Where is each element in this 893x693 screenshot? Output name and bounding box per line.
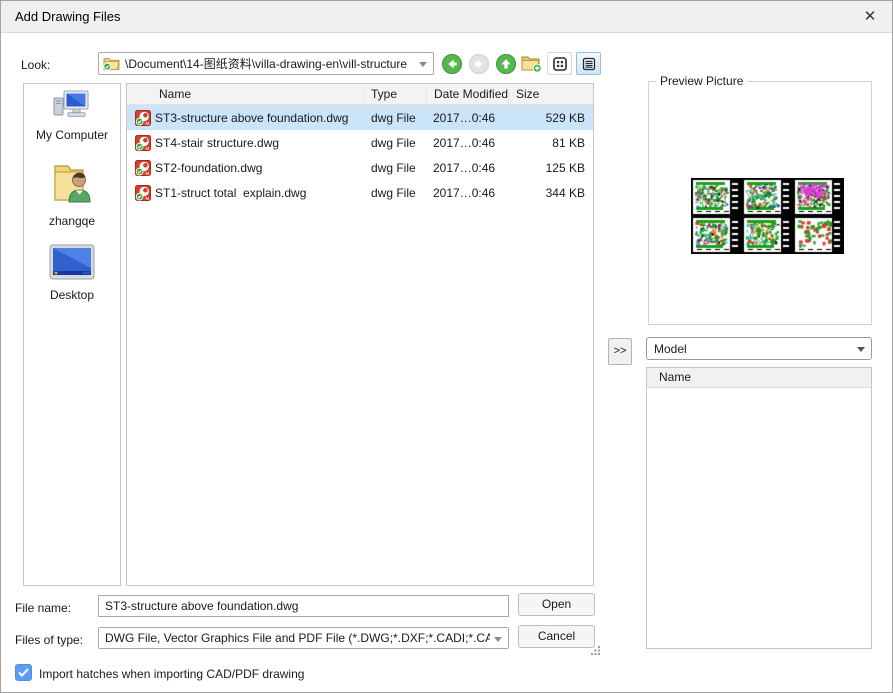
sidebar-item-label: zhangqe bbox=[24, 214, 120, 228]
forward-button[interactable] bbox=[468, 53, 490, 75]
file-list-body: M ST3-structure above foundation.dwg dwg… bbox=[127, 105, 593, 205]
file-date-text: 2017…0:46 bbox=[427, 161, 509, 175]
sidebar-item-zhangqe[interactable]: zhangqe bbox=[24, 160, 120, 228]
selected-list-header-name[interactable]: Name bbox=[647, 368, 871, 388]
preview-thumbnail bbox=[742, 178, 793, 216]
dwg-file-icon: M bbox=[135, 160, 151, 176]
chevron-down-icon bbox=[857, 347, 865, 352]
file-name-text: ST1-struct total explain.dwg bbox=[155, 186, 306, 200]
file-name-input[interactable]: ST3-structure above foundation.dwg bbox=[98, 595, 509, 617]
places-sidebar: My Computer zhangqe Desktop bbox=[23, 83, 121, 586]
chevron-down-icon bbox=[419, 62, 427, 67]
resize-grip[interactable] bbox=[590, 645, 601, 659]
close-icon[interactable]: ✕ bbox=[860, 7, 880, 27]
file-type-text: dwg File bbox=[365, 136, 427, 150]
cancel-button[interactable]: Cancel bbox=[518, 625, 595, 648]
preview-picture-group: Preview Picture bbox=[648, 81, 872, 325]
file-size-text: 344 KB bbox=[509, 186, 593, 200]
back-button[interactable] bbox=[441, 53, 463, 75]
table-row[interactable]: M ST4-stair structure.dwg dwg File 2017…… bbox=[127, 130, 593, 155]
column-header-size[interactable]: Size bbox=[509, 84, 593, 104]
files-of-type-label: Files of type: bbox=[15, 633, 83, 647]
files-of-type-value: DWG File, Vector Graphics File and PDF F… bbox=[105, 631, 490, 645]
import-hatches-label: Import hatches when importing CAD/PDF dr… bbox=[39, 667, 304, 681]
new-folder-button[interactable] bbox=[521, 54, 543, 76]
look-path-combobox[interactable]: \Document\14-图纸资料\villa-drawing-en\vill-… bbox=[98, 52, 434, 75]
file-list-header: Name Type Date Modified Size bbox=[127, 84, 593, 105]
look-label: Look: bbox=[21, 58, 50, 72]
model-combo-value: Model bbox=[654, 342, 687, 356]
sidebar-item-label: Desktop bbox=[24, 288, 120, 302]
title-bar: Add Drawing Files ✕ bbox=[1, 1, 892, 33]
up-button[interactable] bbox=[495, 53, 517, 75]
table-row[interactable]: M ST3-structure above foundation.dwg dwg… bbox=[127, 105, 593, 130]
preview-thumbnail bbox=[691, 216, 742, 254]
detail-view-icon bbox=[582, 57, 596, 71]
preview-thumbnail bbox=[691, 178, 742, 216]
look-path-text: \Document\14-图纸资料\villa-drawing-en\vill-… bbox=[125, 55, 407, 72]
file-name-text: ST4-stair structure.dwg bbox=[155, 136, 279, 150]
column-header-type[interactable]: Type bbox=[365, 84, 427, 104]
chevron-down-icon bbox=[494, 637, 502, 642]
file-type-text: dwg File bbox=[365, 161, 427, 175]
svg-text:M: M bbox=[145, 195, 149, 200]
file-size-text: 125 KB bbox=[509, 161, 593, 175]
files-of-type-combobox[interactable]: DWG File, Vector Graphics File and PDF F… bbox=[98, 627, 509, 649]
file-type-text: dwg File bbox=[365, 111, 427, 125]
column-header-date-modified[interactable]: Date Modified bbox=[427, 84, 509, 104]
detail-view-button[interactable] bbox=[576, 52, 601, 75]
column-header-name[interactable]: Name bbox=[127, 84, 365, 104]
model-space-combobox[interactable]: Model bbox=[646, 337, 872, 360]
dialog-title: Add Drawing Files bbox=[15, 9, 121, 24]
current-folder-icon bbox=[103, 56, 120, 71]
file-size-text: 81 KB bbox=[509, 136, 593, 150]
file-name-text: ST2-foundation.dwg bbox=[155, 161, 262, 175]
preview-thumbnails bbox=[691, 178, 844, 254]
selected-drawings-list: Name bbox=[646, 367, 872, 649]
sidebar-item-my-computer[interactable]: My Computer bbox=[24, 88, 120, 142]
sidebar-item-label: My Computer bbox=[24, 128, 120, 142]
file-name-text: ST3-structure above foundation.dwg bbox=[155, 111, 348, 125]
file-size-text: 529 KB bbox=[509, 111, 593, 125]
file-date-text: 2017…0:46 bbox=[427, 186, 509, 200]
preview-thumbnail bbox=[793, 178, 844, 216]
file-date-text: 2017…0:46 bbox=[427, 136, 509, 150]
file-date-text: 2017…0:46 bbox=[427, 111, 509, 125]
preview-thumbnail bbox=[742, 216, 793, 254]
file-type-text: dwg File bbox=[365, 186, 427, 200]
icon-view-icon bbox=[553, 57, 567, 71]
table-row[interactable]: M ST1-struct total explain.dwg dwg File … bbox=[127, 180, 593, 205]
add-drawing-files-dialog: Add Drawing Files ✕ Look: \Document\14-图… bbox=[0, 0, 893, 693]
svg-text:M: M bbox=[145, 145, 149, 150]
my-computer-icon bbox=[52, 88, 92, 122]
preview-thumbnail bbox=[793, 216, 844, 254]
sidebar-item-desktop[interactable]: Desktop bbox=[24, 244, 120, 302]
user-folder-icon bbox=[49, 160, 95, 208]
file-list: Name Type Date Modified Size M ST3-struc… bbox=[126, 83, 594, 586]
dwg-file-icon: M bbox=[135, 185, 151, 201]
check-icon bbox=[18, 668, 29, 677]
dwg-file-icon: M bbox=[135, 110, 151, 126]
table-row[interactable]: M ST2-foundation.dwg dwg File 2017…0:46 … bbox=[127, 155, 593, 180]
preview-picture-label: Preview Picture bbox=[656, 74, 747, 88]
svg-text:M: M bbox=[145, 120, 149, 125]
dwg-file-icon: M bbox=[135, 135, 151, 151]
add-to-list-button[interactable]: >> bbox=[608, 338, 632, 365]
desktop-icon bbox=[49, 244, 95, 282]
file-name-label: File name: bbox=[15, 601, 71, 615]
import-hatches-checkbox[interactable] bbox=[15, 664, 32, 681]
svg-text:M: M bbox=[145, 170, 149, 175]
icon-view-button[interactable] bbox=[547, 52, 572, 75]
open-button[interactable]: Open bbox=[518, 593, 595, 616]
